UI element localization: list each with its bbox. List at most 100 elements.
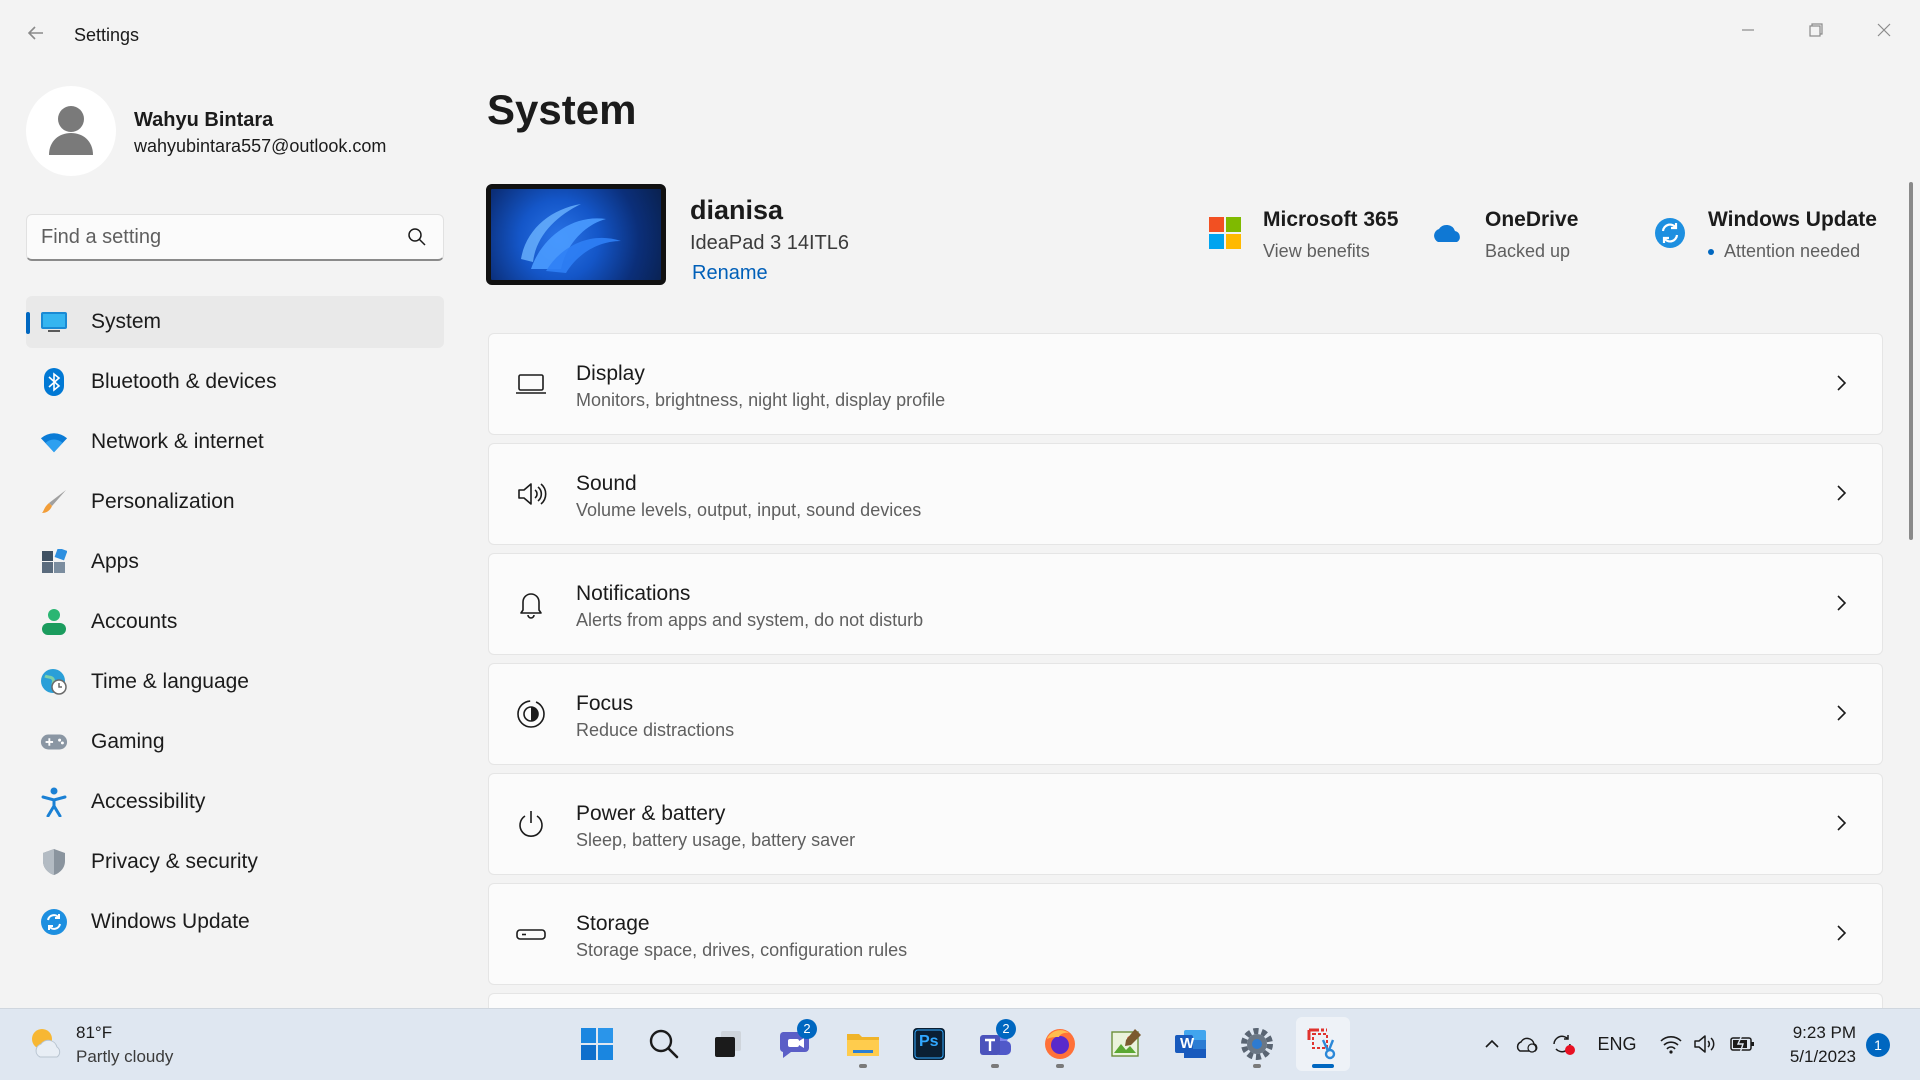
photoshop-icon-label: Ps (919, 1033, 939, 1050)
close-button[interactable] (1854, 10, 1914, 50)
taskbar-firefox[interactable] (1033, 1017, 1087, 1071)
sidebar-item-label: Privacy & security (91, 850, 258, 873)
chevron-right-icon (1837, 485, 1847, 501)
running-indicator (859, 1064, 867, 1068)
onedrive-icon (1434, 224, 1460, 242)
taskbar-photoshop[interactable]: Ps (902, 1017, 956, 1071)
sidebar-item-label: Gaming (91, 730, 165, 753)
settings-list: Display Monitors, brightness, night ligh… (488, 333, 1883, 1013)
clock-time[interactable]: 9:23 PM (1760, 1023, 1856, 1043)
restore-button[interactable] (1786, 10, 1846, 50)
tile-subtitle: View benefits (1263, 241, 1370, 261)
storage-card[interactable]: Storage Storage space, drives, configura… (488, 883, 1883, 985)
power-icon (519, 811, 543, 837)
card-subtitle: Monitors, brightness, night light, displ… (576, 390, 946, 410)
teams-badge: 2 (996, 1019, 1016, 1039)
page-title: System (487, 86, 637, 133)
taskbar-settings[interactable] (1230, 1017, 1284, 1071)
language-indicator[interactable]: ENG (1592, 1029, 1642, 1059)
running-indicator (1253, 1064, 1261, 1068)
running-indicator (1312, 1064, 1334, 1068)
taskbar-image-editor[interactable] (1099, 1017, 1153, 1071)
notification-badge[interactable]: 1 (1866, 1033, 1890, 1057)
globe-clock-icon (40, 668, 68, 696)
tray-volume[interactable] (1690, 1029, 1720, 1059)
update-icon (1655, 218, 1685, 248)
power-battery-card[interactable]: Power & battery Sleep, battery usage, ba… (488, 773, 1883, 875)
bell-icon (520, 593, 542, 619)
task-view-icon (715, 1031, 741, 1057)
taskbar-chat[interactable]: 2 (769, 1017, 823, 1071)
sidebar-item-system[interactable]: System (26, 296, 444, 348)
restore-icon (1809, 23, 1823, 37)
focus-icon (517, 700, 545, 728)
profile-email: wahyubintara557@outlook.com (134, 136, 387, 156)
chevron-right-icon (1837, 815, 1847, 831)
shield-icon (40, 848, 68, 876)
sidebar-item-network[interactable]: Network & internet (26, 416, 444, 468)
notifications-card[interactable]: Notifications Alerts from apps and syste… (488, 553, 1883, 655)
sidebar-item-apps[interactable]: Apps (26, 536, 444, 588)
attention-dot (1708, 249, 1714, 256)
avatar[interactable] (26, 86, 116, 176)
taskbar-teams[interactable]: 2 (968, 1017, 1022, 1071)
minimize-button[interactable] (1718, 10, 1778, 50)
chevron-right-icon (1837, 925, 1847, 941)
scrollbar[interactable] (1909, 182, 1913, 540)
sidebar-item-personalization[interactable]: Personalization (26, 476, 444, 528)
display-card[interactable]: Display Monitors, brightness, night ligh… (488, 333, 1883, 435)
sidebar-item-label: Bluetooth & devices (91, 370, 277, 393)
sidebar-item-label: Windows Update (91, 910, 250, 933)
sound-card[interactable]: Sound Volume levels, output, input, soun… (488, 443, 1883, 545)
back-button[interactable] (22, 22, 50, 50)
tray-battery[interactable] (1728, 1029, 1758, 1059)
tray-onedrive[interactable] (1512, 1029, 1542, 1059)
sidebar-item-label: System (91, 310, 162, 333)
sidebar-item-time-language[interactable]: Time & language (26, 656, 444, 708)
sidebar-item-accounts[interactable]: Accounts (26, 596, 444, 648)
sidebar-item-privacy-security[interactable]: Privacy & security (26, 836, 444, 888)
card-subtitle: Volume levels, output, input, sound devi… (576, 500, 922, 520)
taskbar-task-view[interactable] (701, 1017, 755, 1071)
tray-update[interactable] (1548, 1029, 1578, 1059)
user-icon (49, 106, 93, 155)
system-icon (40, 308, 68, 336)
storage-icon (516, 929, 546, 940)
title-bar: Settings (0, 0, 1920, 72)
card-title: Power & battery (576, 802, 726, 825)
wifi-icon (40, 428, 68, 456)
sidebar-item-gaming[interactable]: Gaming (26, 716, 444, 768)
update-alert-icon (1553, 1035, 1575, 1055)
search-input[interactable] (41, 215, 401, 259)
snipping-tool-icon (1307, 1028, 1336, 1060)
chevron-right-icon (1837, 375, 1847, 391)
card-title: Display (576, 362, 645, 385)
taskbar-file-explorer[interactable] (836, 1017, 890, 1071)
cloud-sync-icon (1516, 1037, 1538, 1053)
tile-title: OneDrive (1485, 208, 1579, 231)
accounts-icon (40, 608, 68, 636)
focus-card[interactable]: Focus Reduce distractions (488, 663, 1883, 765)
folder-icon (847, 1034, 879, 1056)
card-subtitle: Storage space, drives, configuration rul… (576, 940, 908, 960)
tray-wifi[interactable] (1656, 1029, 1686, 1059)
window-title: Settings (74, 25, 140, 45)
tile-subtitle: Attention needed (1708, 241, 1860, 262)
tile-subtitle-text: Attention needed (1724, 241, 1861, 261)
taskbar-snipping-tool[interactable] (1296, 1017, 1350, 1071)
tile-title: Windows Update (1708, 208, 1877, 231)
word-icon-label: W (1180, 1035, 1195, 1052)
card-title: Storage (576, 912, 650, 935)
taskbar-search[interactable] (637, 1017, 691, 1071)
taskbar-word[interactable]: W (1164, 1017, 1218, 1071)
clock-date[interactable]: 5/1/2023 (1760, 1047, 1856, 1067)
search-box[interactable] (26, 214, 444, 261)
sidebar-item-accessibility[interactable]: Accessibility (26, 776, 444, 828)
rename-link[interactable]: Rename (692, 262, 768, 285)
sidebar-item-windows-update[interactable]: Windows Update (26, 896, 444, 948)
device-name: dianisa (690, 195, 784, 225)
sidebar-item-bluetooth[interactable]: Bluetooth & devices (26, 356, 444, 408)
show-hidden-icons-button[interactable] (1478, 1029, 1506, 1059)
card-title: Sound (576, 472, 637, 495)
taskbar-start[interactable] (570, 1017, 624, 1071)
